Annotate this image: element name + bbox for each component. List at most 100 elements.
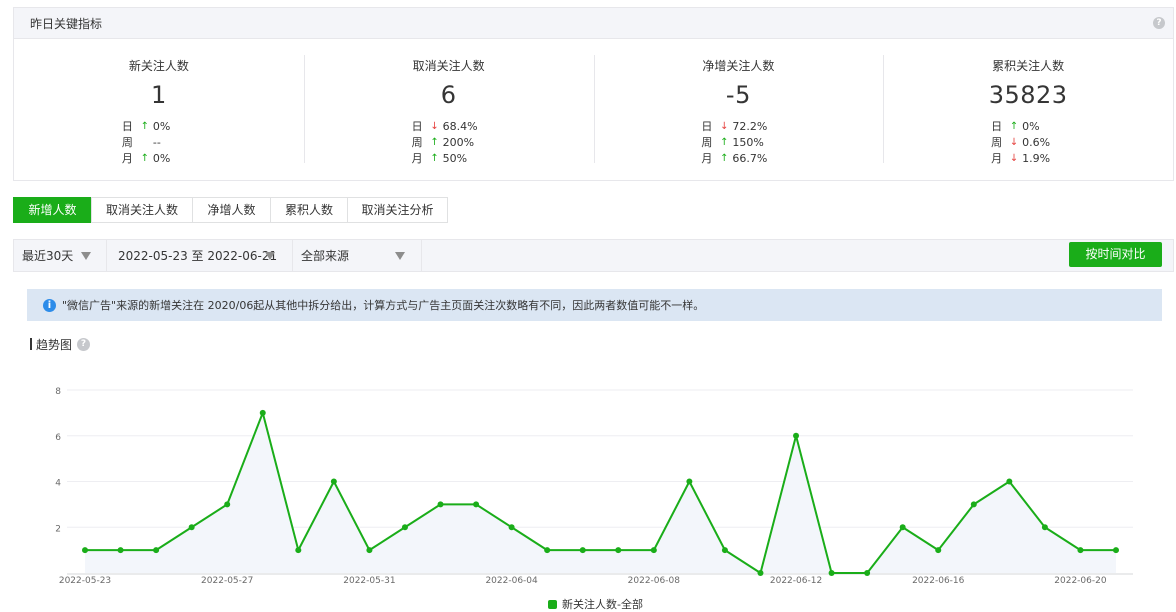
data-point — [970, 501, 977, 508]
kpi-change-value: 66.7% — [732, 152, 768, 165]
tab-new-followers[interactable]: 新增人数 — [13, 197, 92, 223]
info-icon: i — [43, 298, 56, 312]
help-icon[interactable]: ? — [77, 337, 91, 351]
x-tick-label: 2022-06-12 — [770, 576, 822, 586]
kpi-header: 昨日关键指标 ? — [14, 8, 1173, 39]
kpi-change-value: 0% — [1022, 120, 1040, 133]
caret-down-icon — [81, 252, 91, 260]
legend-swatch — [548, 599, 557, 609]
x-tick-label: 2022-05-27 — [201, 576, 253, 586]
x-tick-label: 2022-05-31 — [343, 576, 395, 586]
notice-text: "微信广告"来源的新增关注在 2020/06起从其他中拆分给出，计算方式与广告主… — [62, 299, 705, 312]
data-point — [650, 547, 657, 554]
kpi-change-row: 日 ↓ 72.2% — [701, 119, 775, 135]
kpi-change-row: 月 ↑ 50% — [412, 151, 486, 167]
data-point — [224, 501, 231, 508]
kpi-change-period: 日 — [411, 120, 423, 133]
range-select[interactable]: 最近30天 — [14, 240, 107, 271]
arrow-up-icon: ↑ — [140, 121, 150, 132]
kpi-change-row: 月 ↓ 1.9% — [991, 151, 1065, 167]
x-tick-label: 2022-06-04 — [485, 576, 538, 586]
kpi-change-row: 周 ↓ 0.6% — [991, 135, 1065, 151]
date-range-value: 2022-05-23 至 2022-06-21 — [118, 249, 278, 263]
data-point — [295, 547, 302, 554]
compare-by-time-button[interactable]: 按时间对比 — [1069, 242, 1162, 267]
kpi-change-row: 周 ↑ 200% — [412, 135, 486, 151]
kpi-change-row: 日 ↓ 68.4% — [412, 119, 486, 135]
arrow-down-icon: ↓ — [1009, 153, 1019, 164]
source-select[interactable]: 全部来源 — [293, 240, 422, 271]
notice-banner: i "微信广告"来源的新增关注在 2020/06起从其他中拆分给出，计算方式与广… — [27, 289, 1162, 321]
date-range-select[interactable]: 2022-05-23 至 2022-06-21 — [107, 240, 293, 271]
kpi-change-row: 月 ↑ 66.7% — [701, 151, 775, 167]
kpi-value: -5 — [725, 81, 751, 109]
data-point — [899, 524, 906, 531]
data-point — [330, 478, 337, 485]
kpi-change-period: 月 — [991, 152, 1003, 165]
data-point — [793, 432, 800, 439]
legend-label: 新关注人数-全部 — [562, 598, 643, 611]
data-point — [117, 547, 124, 554]
series-area — [85, 412, 1116, 573]
kpi-change-row: 月 ↑ 0% — [122, 151, 196, 167]
kpi-change-period: 周 — [411, 136, 423, 149]
filter-bar: 最近30天 2022-05-23 至 2022-06-21 全部来源 按时间对比 — [13, 239, 1174, 272]
arrow-up-icon: ↑ — [720, 137, 729, 148]
data-point — [366, 547, 373, 554]
kpi-value: 6 — [440, 81, 457, 109]
tab-cumulative[interactable]: 累积人数 — [270, 197, 348, 223]
kpi-metric: 累积关注人数 35823 日 ↑ 0% 周 ↓ 0.6% 月 ↓ 1.9% — [883, 39, 1173, 181]
data-point — [544, 547, 551, 554]
data-point — [153, 547, 160, 554]
tab-unfollowers[interactable]: 取消关注人数 — [91, 197, 193, 223]
kpi-change-row: 周 ↑ 150% — [701, 135, 775, 151]
kpi-row: 新关注人数 1 日 ↑ 0% 周 -- 月 ↑ 0% 取消关注人数 6 日 ↓ 68.4% 周 ↑ 200% 月 ↑ 5… — [14, 39, 1173, 181]
kpi-change-period: 周 — [991, 136, 1003, 149]
kpi-changes: 日 ↑ 0% 周 ↓ 0.6% 月 ↓ 1.9% — [991, 119, 1065, 167]
metric-tabs: 新增人数 取消关注人数 净增人数 累积人数 取消关注分析 — [13, 197, 448, 223]
kpi-label: 取消关注人数 — [412, 59, 485, 73]
kpi-change-period: 周 — [121, 136, 133, 149]
data-point — [1077, 547, 1084, 554]
data-point — [686, 478, 693, 485]
kpi-metric: 净增关注人数 -5 日 ↓ 72.2% 周 ↑ 150% 月 ↑ 66.7% — [593, 39, 884, 181]
series-line — [85, 411, 1116, 574]
kpi-value: 1 — [150, 81, 167, 109]
kpi-label: 累积关注人数 — [992, 59, 1065, 73]
help-icon[interactable]: ? — [1153, 17, 1165, 29]
kpi-changes: 日 ↑ 0% 周 -- 月 ↑ 0% — [122, 119, 196, 167]
title-bar — [30, 338, 32, 350]
kpi-change-value: 68.4% — [442, 120, 478, 133]
tab-net-increase[interactable]: 净增人数 — [192, 197, 271, 223]
chart-legend[interactable]: 新关注人数-全部 — [548, 597, 643, 611]
kpi-change-value: 1.9% — [1022, 152, 1051, 165]
kpi-change-row: 日 ↑ 0% — [991, 119, 1065, 135]
data-point — [828, 570, 835, 576]
data-point — [1041, 524, 1048, 531]
data-point — [259, 409, 266, 416]
kpi-change-value: -- — [152, 136, 161, 149]
data-point — [935, 547, 942, 554]
kpi-change-period: 月 — [411, 152, 423, 165]
data-point — [1113, 547, 1119, 554]
data-point — [757, 570, 764, 576]
data-point — [615, 547, 622, 554]
kpi-label: 净增关注人数 — [702, 59, 775, 73]
data-point — [473, 501, 480, 508]
arrow-up-icon: ↑ — [1009, 121, 1019, 132]
data-point — [579, 547, 586, 554]
x-tick-label: 2022-06-08 — [628, 576, 681, 586]
x-tick-label: 2022-05-23 — [59, 576, 111, 586]
data-point — [508, 524, 515, 531]
kpi-change-value: 0% — [152, 152, 171, 165]
trend-title-text: 趋势图 — [36, 337, 73, 352]
tab-unfollow-analysis[interactable]: 取消关注分析 — [347, 197, 448, 223]
arrow-up-icon: ↑ — [140, 153, 150, 164]
data-point — [82, 547, 88, 554]
data-point — [1006, 478, 1013, 485]
y-tick-label: 4 — [55, 479, 61, 489]
kpi-change-value: 72.2% — [732, 120, 768, 133]
kpi-value: 35823 — [988, 81, 1068, 109]
kpi-changes: 日 ↓ 72.2% 周 ↑ 150% 月 ↑ 66.7% — [701, 119, 775, 167]
arrow-up-icon: ↑ — [720, 153, 729, 164]
